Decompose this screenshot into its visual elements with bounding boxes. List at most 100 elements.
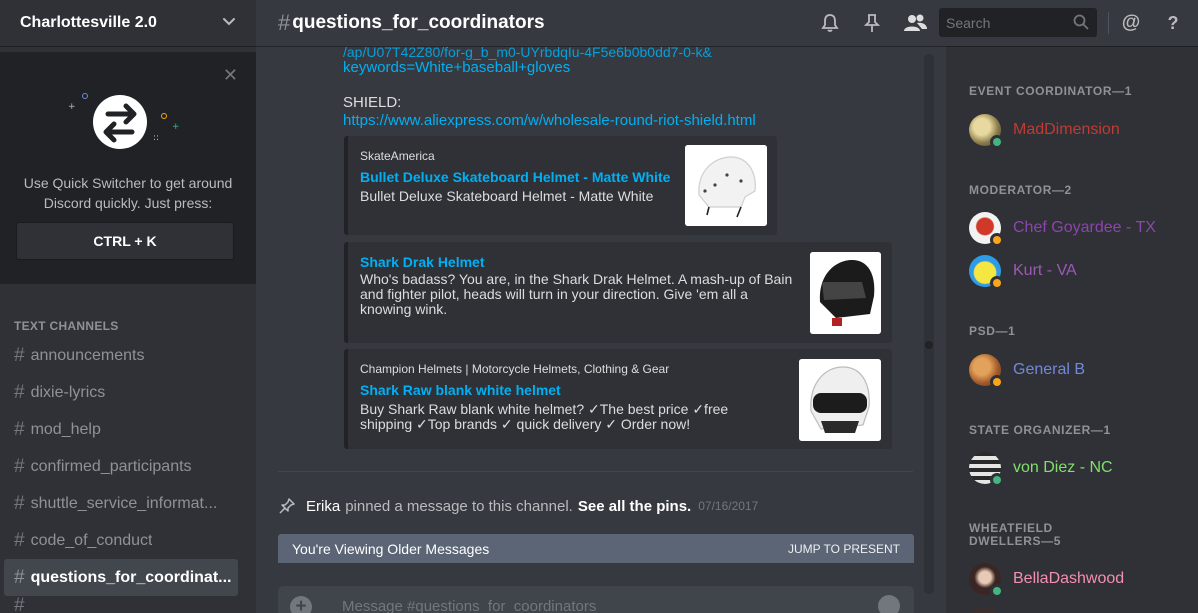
avatar bbox=[969, 607, 1001, 613]
channel-title: questions_for_coordinators bbox=[292, 12, 545, 33]
channel-name: announcements bbox=[30, 346, 145, 364]
message-input[interactable] bbox=[340, 597, 860, 613]
hash-icon: # bbox=[14, 344, 25, 366]
member-item[interactable]: BellaDashwood bbox=[969, 562, 1125, 598]
member-item[interactable]: MadDimension bbox=[969, 113, 1120, 149]
avatar bbox=[969, 114, 1004, 149]
channel-name: confirmed_participants bbox=[30, 457, 192, 475]
avatar bbox=[969, 255, 1004, 290]
search-icon[interactable] bbox=[1073, 14, 1089, 33]
header-divider bbox=[1108, 12, 1109, 34]
hash-icon: # bbox=[14, 566, 25, 588]
quick-switcher-tip: ✕ + + :: Use Quick Switcher to get aroun… bbox=[0, 52, 256, 284]
message-scrollbar[interactable] bbox=[924, 54, 934, 594]
message-link-keywords[interactable]: keywords=White+baseball+gloves bbox=[343, 59, 570, 77]
text-channels-header[interactable]: TEXT CHANNELS bbox=[14, 319, 119, 333]
close-icon[interactable]: ✕ bbox=[223, 66, 238, 84]
pin-timestamp: 07/16/2017 bbox=[698, 499, 759, 513]
embed-provider[interactable]: SkateAmerica bbox=[360, 149, 435, 163]
channel-questions-for-coordinators[interactable]: # questions_for_coordinat... bbox=[4, 559, 238, 596]
hash-icon: # bbox=[14, 529, 25, 551]
role-header: MODERATOR—2 bbox=[969, 183, 1072, 197]
channel-mod-help[interactable]: # mod_help bbox=[4, 411, 238, 448]
pin-actor[interactable]: Erika bbox=[306, 498, 340, 515]
older-messages-text: You're Viewing Older Messages bbox=[292, 540, 490, 557]
see-all-pins-link[interactable]: See all the pins. bbox=[578, 498, 691, 515]
channel-header: # questions_for_coordinators @ ? bbox=[256, 0, 1198, 46]
message-pane: /ap/U07T42Z80/for-g_b_m0-UYrbdqIu-4F5e6b… bbox=[256, 46, 936, 613]
hash-icon: # bbox=[14, 381, 25, 403]
channel-code-of-conduct[interactable]: # code_of_conduct bbox=[4, 522, 238, 559]
member-name: Kurt - VA bbox=[1013, 262, 1077, 279]
channel-list: # announcements # dixie-lyrics # mod_help #… bbox=[0, 337, 256, 613]
embed-thumbnail[interactable] bbox=[810, 252, 881, 334]
member-name: General B bbox=[1013, 361, 1086, 378]
scroll-track[interactable] bbox=[924, 54, 934, 594]
member-item[interactable]: von Diez - NC bbox=[969, 451, 1113, 487]
server-header[interactable]: Charlottesville 2.0 bbox=[0, 0, 256, 46]
message-divider bbox=[278, 471, 913, 472]
svg-text:+: + bbox=[68, 102, 76, 112]
embed-title[interactable]: Shark Raw blank white helmet bbox=[360, 382, 561, 398]
chevron-down-icon[interactable] bbox=[222, 14, 236, 33]
member-item-partial[interactable] bbox=[969, 606, 1001, 613]
channel-name: dixie-lyrics bbox=[30, 383, 106, 401]
scroll-thumb[interactable] bbox=[925, 341, 933, 349]
members-icon[interactable] bbox=[901, 12, 929, 34]
member-name: Chef Goyardee - TX bbox=[1013, 219, 1156, 236]
channel-name: code_of_conduct bbox=[30, 531, 153, 549]
quick-switcher-text: Use Quick Switcher to get around Discord… bbox=[23, 175, 233, 211]
member-item[interactable]: Kurt - VA bbox=[969, 254, 1077, 290]
help-icon[interactable]: ? bbox=[1162, 12, 1184, 34]
channel-dixie-lyrics[interactable]: # dixie-lyrics bbox=[4, 374, 238, 411]
hash-icon: # bbox=[14, 492, 25, 514]
avatar bbox=[969, 452, 1004, 487]
member-item[interactable]: General B bbox=[969, 353, 1086, 389]
status-online-icon bbox=[990, 584, 1004, 598]
channel-title-wrap: # questions_for_coordinators bbox=[256, 10, 545, 36]
quick-switcher-illustration-icon: + + :: bbox=[68, 93, 180, 149]
message-shield-link[interactable]: https://www.aliexpress.com/w/wholesale-r… bbox=[343, 112, 756, 130]
svg-text:::: :: bbox=[153, 133, 159, 143]
add-attachment-icon[interactable]: + bbox=[290, 596, 312, 613]
hash-icon: # bbox=[14, 596, 25, 613]
channel-partial-hidden[interactable]: # bbox=[4, 596, 238, 613]
embed-title[interactable]: Bullet Deluxe Skateboard Helmet - Matte … bbox=[360, 169, 670, 185]
pin-icon bbox=[278, 497, 296, 515]
channel-shuttle-service-information[interactable]: # shuttle_service_informat... bbox=[4, 485, 238, 522]
role-header: PSD—1 bbox=[969, 324, 1016, 338]
member-list: EVENT COORDINATOR—1 MadDimension MODERAT… bbox=[946, 46, 1198, 613]
bell-icon[interactable] bbox=[819, 12, 841, 34]
channel-announcements[interactable]: # announcements bbox=[4, 337, 238, 374]
embed-title[interactable]: Shark Drak Helmet bbox=[360, 254, 485, 270]
emoji-icon[interactable] bbox=[878, 595, 900, 613]
member-name: MadDimension bbox=[1013, 121, 1120, 138]
status-online-icon bbox=[990, 473, 1004, 487]
quick-switcher-shortcut: CTRL + K bbox=[16, 222, 234, 260]
jump-to-present-button[interactable]: JUMP TO PRESENT bbox=[788, 542, 900, 556]
mention-icon[interactable]: @ bbox=[1120, 12, 1142, 34]
link-embed: Champion Helmets | Motorcycle Helmets, C… bbox=[344, 349, 892, 449]
search-input[interactable] bbox=[946, 14, 1068, 31]
search-box[interactable] bbox=[939, 8, 1097, 37]
member-name: BellaDashwood bbox=[1013, 570, 1125, 587]
embed-description: Who's badass? You are, in the Shark Drak… bbox=[360, 271, 793, 317]
status-online-icon bbox=[990, 135, 1004, 149]
avatar bbox=[969, 212, 1004, 247]
older-messages-banner: You're Viewing Older Messages JUMP TO PR… bbox=[278, 534, 914, 563]
channel-confirmed-participants[interactable]: # confirmed_participants bbox=[4, 448, 238, 485]
channel-name: questions_for_coordinat... bbox=[30, 568, 232, 586]
link-embed: Shark Drak Helmet Who's badass? You are,… bbox=[344, 242, 892, 343]
embed-thumbnail[interactable] bbox=[685, 145, 767, 226]
embed-provider[interactable]: Champion Helmets | Motorcycle Helmets, C… bbox=[360, 362, 669, 376]
hash-icon: # bbox=[14, 418, 25, 440]
channel-name: shuttle_service_informat... bbox=[30, 494, 218, 512]
pin-text: pinned a message to this channel. bbox=[345, 497, 573, 515]
role-header: WHEATFIELD DWELLERS—5 bbox=[969, 521, 1062, 548]
embed-thumbnail[interactable] bbox=[799, 359, 881, 441]
pin-icon[interactable] bbox=[861, 12, 883, 34]
embed-description: Buy Shark Raw blank white helmet? ✓The b… bbox=[360, 401, 729, 432]
member-item[interactable]: Chef Goyardee - TX bbox=[969, 211, 1156, 247]
hash-icon: # bbox=[278, 10, 291, 35]
status-idle-icon bbox=[990, 375, 1004, 389]
